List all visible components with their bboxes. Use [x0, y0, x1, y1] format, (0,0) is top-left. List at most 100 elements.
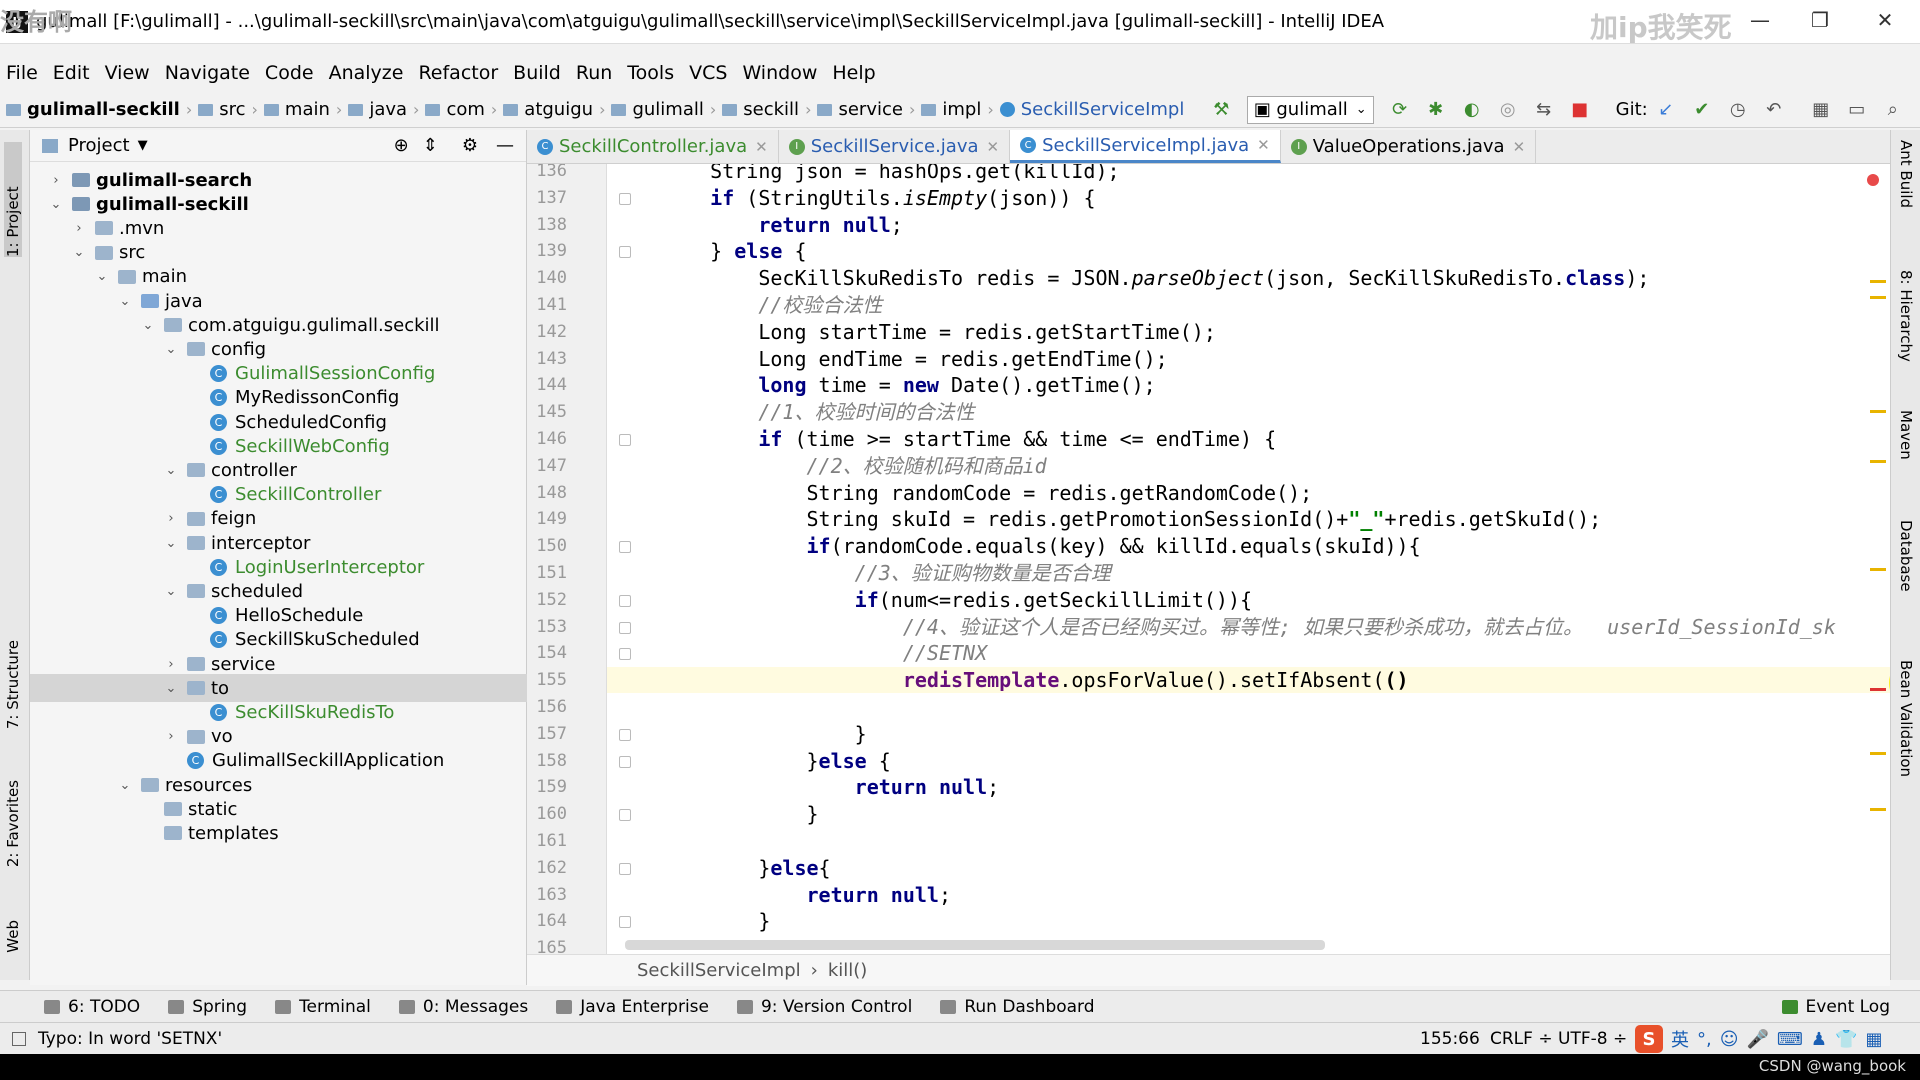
menu-item[interactable]: Window	[742, 62, 817, 84]
restore-button[interactable]: ❐	[1800, 8, 1840, 36]
hierarchy-tab[interactable]: 8: Hierarchy	[1897, 270, 1915, 362]
editor-tab[interactable]: C SeckillController.java ✕	[527, 130, 779, 163]
fold-marker-icon[interactable]	[619, 434, 631, 446]
error-indicator-icon[interactable]	[1867, 174, 1879, 186]
code-line[interactable]: return null;	[662, 774, 1000, 800]
bottom-tool-tab[interactable]: 9: Version Control	[736, 997, 912, 1017]
stop-icon[interactable]: ■	[1569, 99, 1591, 121]
caret-position[interactable]: 155:66	[1420, 1029, 1480, 1049]
editor-tab[interactable]: C SeckillServiceImpl.java ✕	[1010, 130, 1281, 163]
ime-voice-icon[interactable]: 🎤	[1747, 1029, 1769, 1050]
close-window-button[interactable]: ✕	[1865, 8, 1905, 36]
breadcrumb-item[interactable]: gulimall-seckill ›	[6, 99, 192, 120]
history-icon[interactable]: ◷	[1727, 99, 1749, 121]
status-toggle-icon[interactable]	[12, 1031, 26, 1046]
code-line[interactable]: redisTemplate.opsForValue().setIfAbsent(…	[662, 667, 1409, 693]
breadcrumb-item[interactable]: com ›	[425, 99, 497, 120]
menu-item[interactable]: Help	[832, 62, 875, 84]
project-structure-icon[interactable]: ▦	[1810, 99, 1832, 121]
code-line[interactable]: //1、校验时间的合法性	[662, 399, 974, 425]
debug-icon[interactable]: ✱	[1425, 99, 1447, 121]
breadcrumb-item[interactable]: gulimall ›	[611, 99, 716, 120]
git-update-icon[interactable]: ↙	[1655, 99, 1677, 121]
collapse-all-icon[interactable]: ⇕	[423, 135, 438, 156]
breadcrumb-item[interactable]: atguigu ›	[503, 99, 605, 120]
git-commit-icon[interactable]: ✔	[1691, 99, 1713, 121]
ant-build-tab[interactable]: Ant Build	[1897, 140, 1915, 208]
code-line[interactable]: if(num<=redis.getSeckillLimit()){	[662, 587, 1252, 613]
expand-arrow-icon[interactable]: ⌄	[163, 681, 179, 696]
fold-marker-icon[interactable]	[619, 916, 631, 929]
expand-arrow-icon[interactable]: ›	[163, 729, 179, 744]
project-panel-title[interactable]: Project	[68, 135, 130, 156]
build-hammer-icon[interactable]: ⚒	[1210, 99, 1232, 121]
menu-item[interactable]: File	[6, 62, 38, 84]
bottom-tool-tab[interactable]: Java Enterprise	[556, 997, 709, 1017]
fold-marker-icon[interactable]	[619, 755, 631, 768]
editor-tab[interactable]: I SeckillService.java ✕	[779, 130, 1011, 163]
layout-icon[interactable]: ▭	[1846, 99, 1868, 121]
fold-marker-icon[interactable]	[619, 594, 631, 607]
expand-arrow-icon[interactable]: ›	[163, 657, 179, 672]
menu-item[interactable]: Tools	[627, 62, 674, 84]
code-line[interactable]: //SETNX	[662, 640, 987, 666]
hide-icon[interactable]: —	[496, 135, 514, 156]
code-line[interactable]: if (time >= startTime && time <= endTime…	[662, 426, 1276, 452]
menu-item[interactable]: Run	[576, 62, 612, 84]
rerun-icon[interactable]: ⟳	[1389, 99, 1411, 121]
expand-arrow-icon[interactable]: ›	[48, 173, 64, 188]
ime-punct-icon[interactable]: °,	[1697, 1029, 1712, 1050]
bottom-tool-tab[interactable]: 0: Messages	[398, 997, 528, 1017]
locate-icon[interactable]: ⊕	[394, 135, 409, 156]
scroll-marker[interactable]	[1870, 460, 1886, 463]
expand-arrow-icon[interactable]: ⌄	[117, 778, 133, 793]
code-line[interactable]: }	[662, 908, 770, 934]
code-line[interactable]: }	[662, 801, 818, 827]
sogou-ime-icon[interactable]: S	[1635, 1025, 1663, 1053]
expand-arrow-icon[interactable]: ›	[163, 511, 179, 526]
fold-marker-icon[interactable]	[619, 246, 631, 259]
chevron-down-icon[interactable]: ▼	[138, 138, 148, 153]
menu-item[interactable]: Analyze	[329, 62, 404, 84]
close-tab-icon[interactable]: ✕	[1513, 138, 1526, 156]
ime-emoji-icon[interactable]: ☺	[1720, 1029, 1739, 1050]
code-line[interactable]: //4、验证这个人是否已经购买过。幂等性; 如果只要秒杀成功，就去占位。 use…	[662, 614, 1836, 640]
fold-marker-icon[interactable]	[619, 192, 631, 205]
file-encoding[interactable]: UTF-8 ÷	[1558, 1029, 1627, 1049]
bottom-tool-tab[interactable]: Run Dashboard	[940, 997, 1095, 1017]
code-line[interactable]: //校验合法性	[662, 292, 882, 318]
ime-skin-icon[interactable]: 👕	[1835, 1029, 1857, 1050]
horizontal-scrollbar[interactable]	[625, 940, 1325, 950]
code-line[interactable]: String json = hashOps.get(killId);	[662, 164, 1119, 184]
fold-marker-icon[interactable]	[619, 728, 631, 741]
favorites-tool-tab[interactable]: 2: Favorites	[4, 780, 22, 867]
coverage-icon[interactable]: ◐	[1461, 99, 1483, 121]
menu-item[interactable]: VCS	[689, 62, 727, 84]
scroll-marker[interactable]	[1870, 808, 1886, 811]
code-line[interactable]: //2、校验随机码和商品id	[662, 453, 1047, 479]
ime-user-icon[interactable]: ♟	[1811, 1029, 1827, 1050]
expand-arrow-icon[interactable]: ⌄	[48, 197, 64, 212]
menu-item[interactable]: Edit	[53, 62, 90, 84]
scroll-marker[interactable]	[1870, 688, 1886, 691]
code-line[interactable]: }else {	[662, 748, 890, 774]
menu-item[interactable]: Navigate	[165, 62, 250, 84]
menu-item[interactable]: View	[105, 62, 150, 84]
revert-icon[interactable]: ↶	[1763, 99, 1785, 121]
code-line[interactable]: return null;	[662, 882, 952, 908]
bottom-tool-tab[interactable]: Spring	[168, 997, 247, 1017]
expand-arrow-icon[interactable]: ›	[71, 221, 87, 236]
breadcrumb-item[interactable]: main ›	[263, 99, 342, 120]
close-tab-icon[interactable]: ✕	[755, 138, 768, 156]
code-line[interactable]: Long endTime = redis.getEndTime();	[662, 346, 1167, 372]
structure-tool-tab[interactable]: 7: Structure	[4, 640, 22, 729]
code-line[interactable]: }	[662, 721, 867, 747]
breadcrumb-item[interactable]: seckill ›	[722, 99, 811, 120]
minimize-button[interactable]: —	[1740, 8, 1780, 36]
editor-tab[interactable]: I ValueOperations.java ✕	[1281, 130, 1537, 163]
expand-arrow-icon[interactable]: ⌄	[94, 269, 110, 284]
fold-marker-icon[interactable]	[619, 862, 631, 875]
web-tool-tab[interactable]: Web	[4, 920, 22, 953]
code-line[interactable]: if(randomCode.equals(key) && killId.equa…	[662, 533, 1421, 559]
attach-icon[interactable]: ⇆	[1533, 99, 1555, 121]
